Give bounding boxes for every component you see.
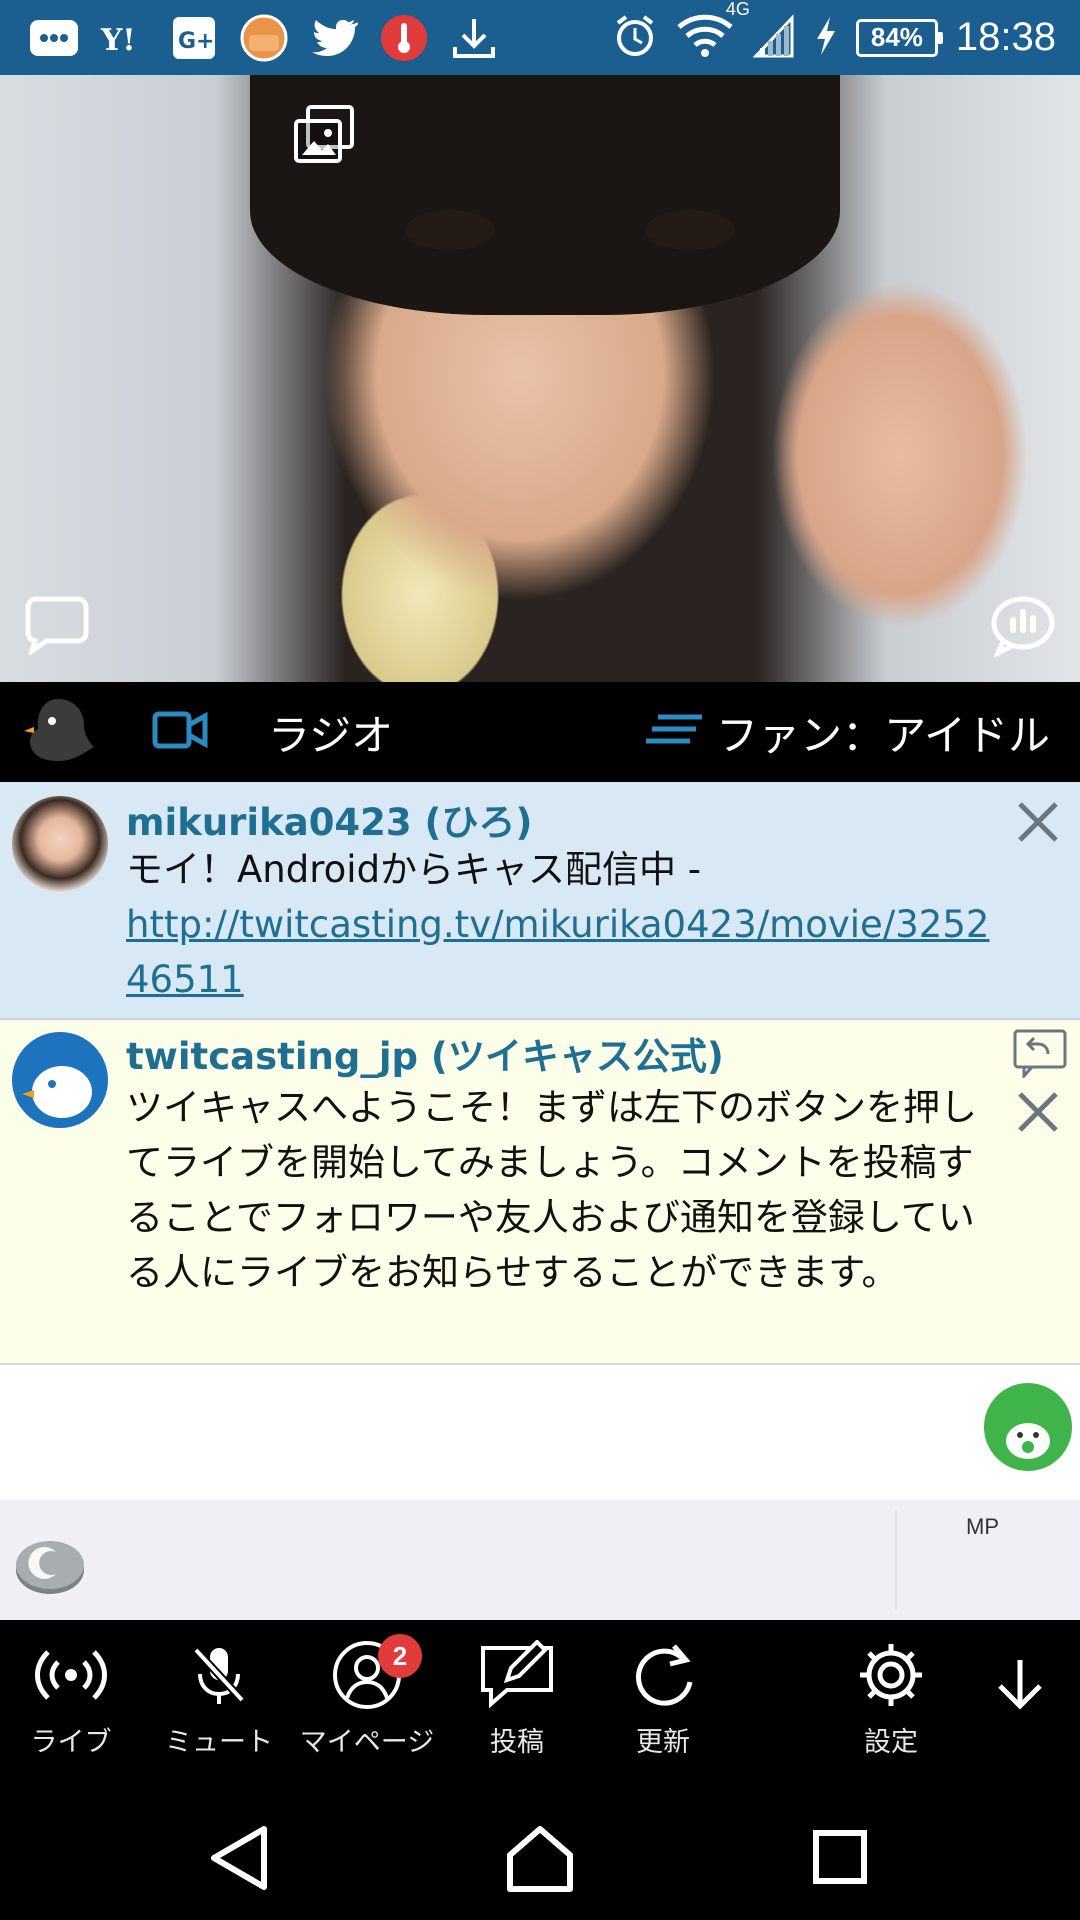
radio-tab[interactable]: ラジオ: [268, 702, 393, 763]
comment-item: mikurika0423 (ひろ) モイ！Androidからキャス配信中 - h…: [0, 782, 1080, 1020]
svg-text:Y!: Y!: [100, 23, 136, 58]
wifi-icon: 4G: [676, 0, 750, 63]
notification-badge: 2: [378, 1634, 422, 1678]
comment-input-bar[interactable]: MP: [0, 1500, 1080, 1620]
comment-text: モイ！Androidからキャス配信中 - http://twitcasting.…: [126, 842, 1006, 1007]
post-label: 投稿: [490, 1727, 544, 1758]
bird-logo-icon[interactable]: [24, 693, 94, 771]
clock: 18:38: [955, 15, 1056, 59]
settings-button[interactable]: 設定: [816, 1640, 966, 1759]
live-label: ライブ: [30, 1727, 112, 1758]
google-plus-icon: G+: [166, 10, 222, 66]
signal-icon: [752, 13, 796, 62]
comment-item: twitcasting_jp (ツイキャス公式) ツイキャスへようこそ！まずは左…: [0, 1020, 1080, 1365]
mypage-label: マイページ: [299, 1727, 435, 1758]
reply-icon[interactable]: [1012, 1028, 1068, 1080]
close-icon[interactable]: [1008, 1082, 1068, 1142]
status-bar: Y! G+ 4G 84% 18:38: [0, 0, 1080, 75]
comment-list-footer: [0, 1365, 1080, 1500]
settings-label: 設定: [864, 1727, 918, 1758]
video-frame: [405, 210, 495, 250]
refresh-label: 更新: [636, 1727, 690, 1758]
gallery-icon[interactable]: [292, 103, 356, 171]
video-frame: [645, 210, 735, 250]
home-icon[interactable]: [500, 1823, 580, 1893]
yahoo-icon: Y!: [96, 10, 152, 66]
mute-button[interactable]: ミュート: [144, 1640, 294, 1759]
mypage-button[interactable]: 2 マイページ: [292, 1634, 442, 1759]
post-button[interactable]: 投稿: [442, 1640, 592, 1759]
twitter-icon: [306, 10, 362, 66]
category-list-icon: [646, 708, 704, 757]
comment-text: ツイキャスへようこそ！まずは左下のボタンを押してライブを開始してみましょう。コメ…: [126, 1086, 977, 1294]
divider: [895, 1510, 897, 1610]
alarm-icon: [612, 13, 658, 63]
comment-author[interactable]: mikurika0423 (ひろ): [126, 792, 532, 846]
video-camera-icon[interactable]: [152, 711, 208, 753]
avatar[interactable]: [12, 1032, 108, 1128]
arrow-down-icon[interactable]: [990, 1654, 1050, 1714]
video-player[interactable]: [0, 75, 1080, 682]
avatar[interactable]: [12, 796, 108, 892]
refresh-button[interactable]: 更新: [588, 1640, 738, 1759]
category-label: ファン：アイドル: [716, 710, 1050, 760]
comment-body: モイ！Androidからキャス配信中 -: [126, 848, 702, 891]
download-icon: [446, 10, 502, 66]
mp-label: MP: [966, 1514, 999, 1539]
battery-level: 84%: [855, 18, 943, 57]
bottom-toolbar: ライブ ミュート 2 マイページ 投稿 更新 設定: [0, 1620, 1080, 1795]
coin-icon[interactable]: [14, 1532, 88, 1600]
viewer-mode-icon[interactable]: [982, 1381, 1074, 1473]
back-icon[interactable]: [200, 1823, 280, 1893]
category-selector[interactable]: ファン：アイドル: [646, 702, 1050, 763]
mute-label: ミュート: [165, 1727, 273, 1758]
system-nav-bar: [0, 1795, 1080, 1920]
recents-icon[interactable]: [800, 1823, 880, 1893]
thermometer-icon: [376, 10, 432, 66]
charging-icon: [814, 15, 838, 61]
close-icon[interactable]: [1008, 792, 1068, 852]
stats-bubble-icon[interactable]: [990, 595, 1056, 661]
more-notifications-icon: [26, 10, 82, 66]
comment-link[interactable]: http://twitcasting.tv/mikurika0423/movie…: [126, 903, 989, 1001]
comment-author[interactable]: twitcasting_jp (ツイキャス公式): [126, 1026, 724, 1080]
comment-bubble-icon[interactable]: [24, 595, 90, 659]
network-type-label: 4G: [725, 0, 750, 19]
live-button[interactable]: ライブ: [0, 1640, 146, 1759]
svg-text:G+: G+: [178, 29, 215, 54]
channel-bar: ラジオ ファン：アイドル: [0, 682, 1080, 782]
battery-app-icon: [236, 10, 292, 66]
